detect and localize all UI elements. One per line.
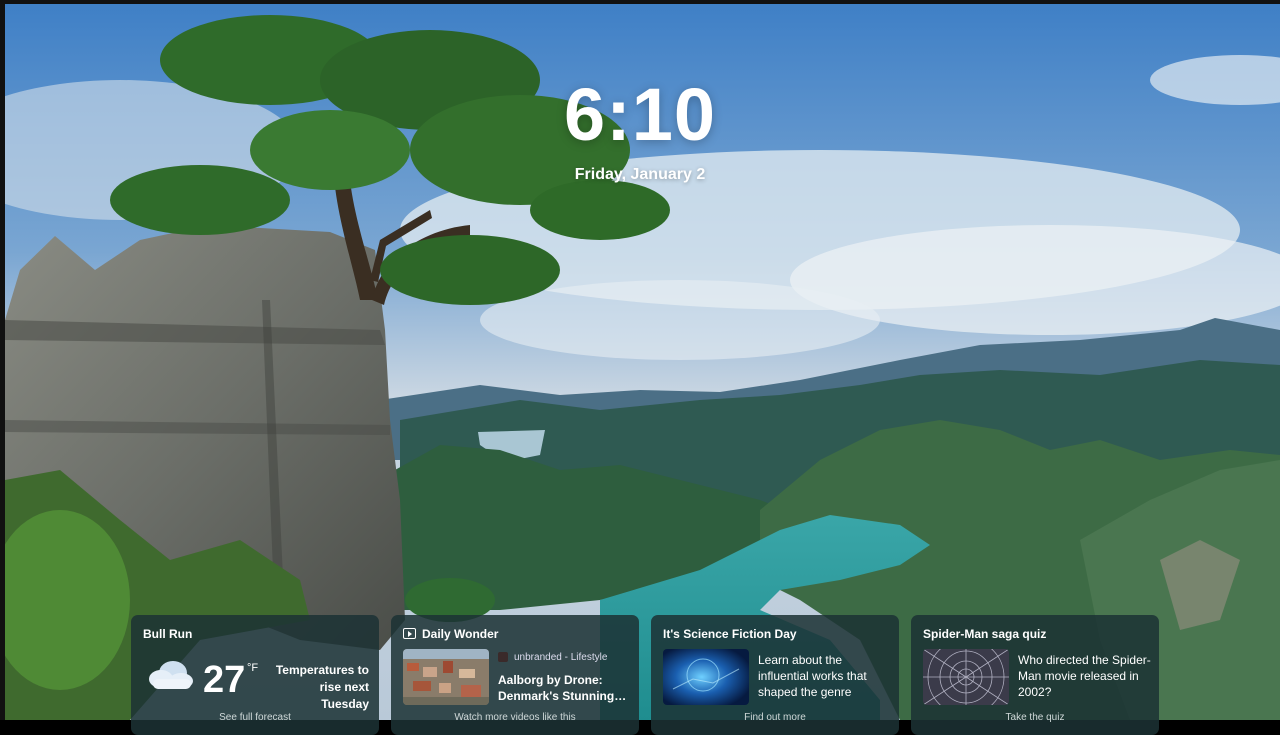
weather-location: Bull Run	[143, 627, 193, 641]
spiderman-quiz-footer-link[interactable]: Take the quiz	[911, 712, 1159, 723]
daily-wonder-headline[interactable]: Aalborg by Drone: Denmark's Stunning…	[498, 672, 633, 704]
lock-screen-date: Friday, January 2	[574, 166, 706, 183]
spiderman-quiz-title: Spider-Man saga quiz	[923, 627, 1047, 641]
science-fiction-footer-link[interactable]: Find out more	[651, 712, 899, 723]
daily-wonder-source: unbranded - Lifestyle	[514, 652, 608, 663]
weather-footer-link[interactable]: See full forecast	[131, 712, 379, 723]
temperature-value: 27	[203, 659, 246, 701]
daily-wonder-title: Daily Wonder	[422, 627, 499, 641]
publisher-logo-icon	[498, 652, 508, 663]
daily-wonder-footer-link[interactable]: Watch more videos like this	[391, 712, 639, 723]
daily-wonder-widget[interactable]: Daily Wonder unbranded - Lifestyle Aalbo…	[391, 615, 639, 735]
spiderman-quiz-widget[interactable]: Spider-Man saga quiz Who directed the Sp…	[911, 615, 1159, 735]
science-fiction-text[interactable]: Learn about the influential works that s…	[758, 652, 893, 700]
temperature-unit: °F	[247, 662, 259, 674]
daily-wonder-source-row: unbranded - Lifestyle	[498, 652, 607, 663]
weather-widget[interactable]: Bull Run 27 °F Temperatures to rise next…	[131, 615, 379, 735]
screen-left-edge	[0, 0, 5, 720]
science-fiction-widget[interactable]: It's Science Fiction Day Learn about the…	[651, 615, 899, 735]
daily-wonder-title-row: Daily Wonder	[403, 627, 498, 641]
spiderman-quiz-thumbnail	[923, 649, 1009, 705]
cloud-icon	[149, 661, 193, 689]
weather-description: Temperatures to rise next Tuesday	[275, 663, 369, 711]
spiderman-quiz-question[interactable]: Who directed the Spider-Man movie releas…	[1018, 652, 1153, 700]
science-fiction-title: It's Science Fiction Day	[663, 627, 797, 641]
lock-screen-time: 6:10	[563, 73, 717, 156]
science-fiction-thumbnail	[663, 649, 749, 705]
daily-wonder-thumbnail	[403, 649, 489, 705]
video-icon	[403, 628, 416, 639]
screen-top-edge	[0, 0, 1280, 4]
